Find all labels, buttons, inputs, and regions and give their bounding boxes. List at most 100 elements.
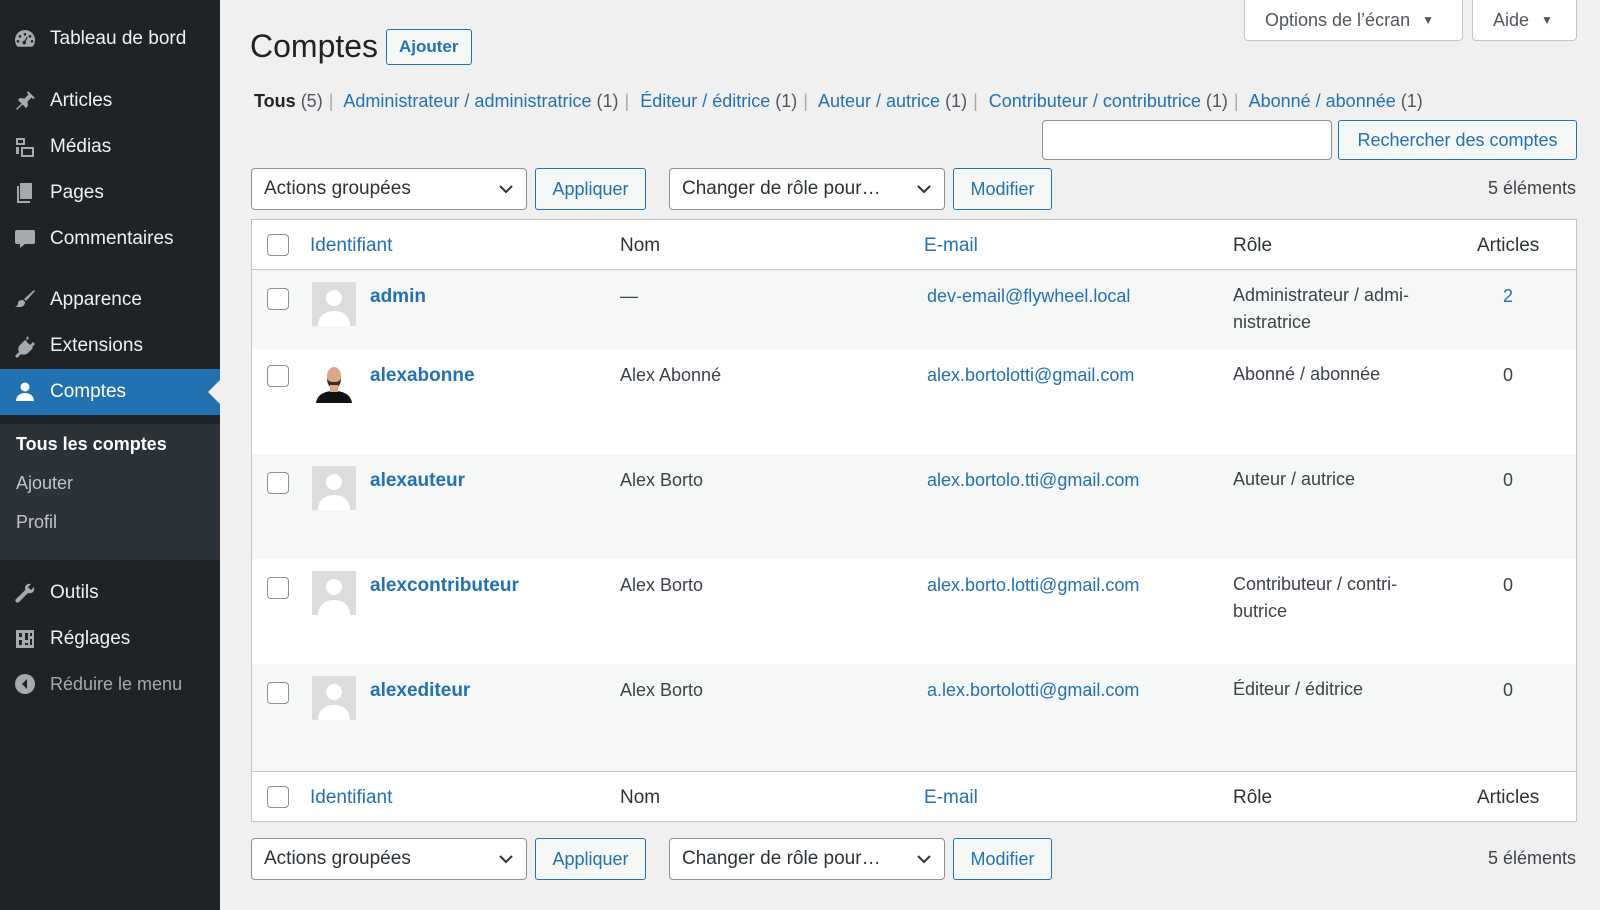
- filter-count: (1): [1205, 91, 1228, 111]
- name-cell: Alex Borto: [620, 680, 704, 700]
- appearance-brush-icon: [12, 287, 38, 313]
- column-footer-email[interactable]: E-mail: [924, 787, 978, 809]
- sidebar-item-label: Apparence: [50, 289, 142, 310]
- role-cell: Administrateur / admi-nistratrice: [1233, 285, 1410, 332]
- column-footer-role: Rôle: [1233, 787, 1273, 808]
- role-cell: Auteur / autrice: [1233, 469, 1356, 489]
- plugins-icon: [12, 333, 38, 359]
- role-cell: Contributeur / contri-butrice: [1233, 574, 1398, 621]
- row-checkbox[interactable]: [267, 365, 289, 387]
- bulk-actions-select-top[interactable]: Actions groupées: [251, 168, 527, 210]
- avatar-photo: [312, 359, 356, 403]
- row-checkbox[interactable]: [267, 577, 289, 599]
- avatar-default: [312, 676, 356, 720]
- sidebar-item-extensions[interactable]: Extensions: [0, 323, 220, 369]
- table-row: alexcontributeur Alex Borto alex.borto.l…: [252, 559, 1576, 664]
- sidebar-item-label: Réglages: [50, 628, 131, 649]
- column-header-email[interactable]: E-mail: [924, 235, 978, 257]
- change-role-value: Changer de rôle pour…: [682, 848, 881, 869]
- posts-count-link[interactable]: 2: [1478, 286, 1538, 307]
- select-all-checkbox-footer[interactable]: [267, 786, 289, 808]
- username-link[interactable]: alexediteur: [370, 680, 470, 702]
- filter-count: (1): [775, 91, 798, 111]
- username-link[interactable]: alexabonne: [370, 365, 475, 387]
- posts-count: 0: [1502, 470, 1513, 490]
- change-role-select-bottom[interactable]: Changer de rôle pour…: [669, 838, 945, 880]
- search-users-input[interactable]: [1042, 120, 1332, 160]
- avatar-default: [312, 282, 356, 326]
- sidebar-item-commentaires[interactable]: Commentaires: [0, 216, 220, 262]
- sidebar-item-label: Comptes: [50, 381, 127, 402]
- search-users-button[interactable]: Rechercher des comptes: [1338, 120, 1577, 160]
- sidebar-item-apparence[interactable]: Apparence: [0, 277, 220, 323]
- row-checkbox[interactable]: [267, 472, 289, 494]
- role-cell: Éditeur / éditrice: [1233, 679, 1364, 699]
- submenu-item-profile[interactable]: Profil: [16, 512, 57, 533]
- screen-options-button[interactable]: Options de l’écran ▼: [1244, 0, 1463, 41]
- column-header-posts: Articles: [1477, 235, 1540, 256]
- filter-all[interactable]: Tous: [254, 91, 296, 111]
- filter-subscriber[interactable]: Abonné / abonnée: [1249, 91, 1396, 111]
- username-link[interactable]: alexcontributeur: [370, 575, 519, 597]
- sidebar-item-label: Pages: [50, 182, 104, 203]
- username-link[interactable]: alexauteur: [370, 470, 465, 492]
- filter-count: (1): [945, 91, 968, 111]
- row-checkbox[interactable]: [267, 682, 289, 704]
- submenu-item-add[interactable]: Ajouter: [16, 473, 73, 494]
- media-icon: [12, 134, 38, 160]
- dashboard-icon: [12, 26, 38, 52]
- sidebar-item-label: Articles: [50, 90, 113, 111]
- sidebar-item-outils[interactable]: Outils: [0, 570, 220, 616]
- tools-wrench-icon: [12, 580, 38, 606]
- sidebar-item-dashboard[interactable]: Tableau de bord: [0, 16, 220, 62]
- chevron-down-icon: [499, 185, 513, 194]
- table-row: alexabonne Alex Abonné alex.bortolotti@g…: [252, 349, 1576, 454]
- name-cell: Alex Borto: [620, 470, 704, 490]
- email-link[interactable]: alex.bortolotti@gmail.com: [927, 365, 1134, 386]
- row-checkbox[interactable]: [267, 288, 289, 310]
- posts-count: 0: [1502, 575, 1513, 595]
- change-role-select-top[interactable]: Changer de rôle pour…: [669, 168, 945, 210]
- pages-icon: [12, 180, 38, 206]
- chevron-down-icon: [917, 185, 931, 194]
- email-link[interactable]: alex.borto.lotti@gmail.com: [927, 575, 1139, 596]
- modify-role-button-bottom[interactable]: Modifier: [953, 838, 1052, 880]
- role-filter-links: Tous (5) | Administrateur / administratri…: [254, 91, 1423, 111]
- sidebar-item-reglages[interactable]: Réglages: [0, 616, 220, 662]
- collapse-menu-button[interactable]: Réduire le menu: [0, 661, 220, 707]
- column-header-username[interactable]: Identifiant: [310, 235, 392, 257]
- submenu-comptes: Tous les comptes Ajouter Profil: [0, 424, 220, 560]
- email-link[interactable]: a.lex.bortolotti@gmail.com: [927, 680, 1139, 701]
- sidebar-item-medias[interactable]: Médias: [0, 124, 220, 170]
- collapse-menu-label: Réduire le menu: [50, 673, 183, 694]
- help-button[interactable]: Aide ▼: [1472, 0, 1577, 41]
- items-count-top: 5 éléments: [1487, 178, 1576, 198]
- email-link[interactable]: alex.bortolo.tti@gmail.com: [927, 470, 1139, 491]
- sidebar-item-comptes[interactable]: Comptes: [0, 369, 220, 415]
- apply-button-top[interactable]: Appliquer: [535, 168, 646, 210]
- bulk-actions-select-bottom[interactable]: Actions groupées: [251, 838, 527, 880]
- column-footer-username[interactable]: Identifiant: [310, 787, 392, 809]
- bulk-actions-value: Actions groupées: [264, 848, 411, 869]
- column-header-name: Nom: [620, 235, 661, 256]
- modify-role-button-top[interactable]: Modifier: [953, 168, 1052, 210]
- help-label: Aide: [1493, 9, 1530, 30]
- filter-contributor[interactable]: Contributeur / contributrice: [989, 91, 1201, 111]
- add-user-button[interactable]: Ajouter: [386, 29, 472, 65]
- pin-icon: [12, 88, 38, 114]
- filter-editor[interactable]: Éditeur / éditrice: [640, 91, 770, 111]
- submenu-item-all-accounts[interactable]: Tous les comptes: [16, 434, 167, 455]
- username-link[interactable]: admin: [370, 286, 426, 308]
- sidebar-item-label: Outils: [50, 582, 99, 603]
- apply-button-bottom[interactable]: Appliquer: [535, 838, 646, 880]
- select-all-checkbox[interactable]: [267, 234, 289, 256]
- filter-administrator[interactable]: Administrateur / administratrice: [343, 91, 591, 111]
- table-row: alexediteur Alex Borto a.lex.bortolotti@…: [252, 664, 1576, 772]
- sidebar-item-label: Extensions: [50, 335, 143, 356]
- sidebar-item-pages[interactable]: Pages: [0, 170, 220, 216]
- filter-author[interactable]: Auteur / autrice: [818, 91, 940, 111]
- items-count-bottom: 5 éléments: [1487, 848, 1576, 868]
- email-link[interactable]: dev-email@flywheel.local: [927, 286, 1130, 307]
- page-title: Comptes: [250, 28, 379, 64]
- sidebar-item-articles[interactable]: Articles: [0, 78, 220, 124]
